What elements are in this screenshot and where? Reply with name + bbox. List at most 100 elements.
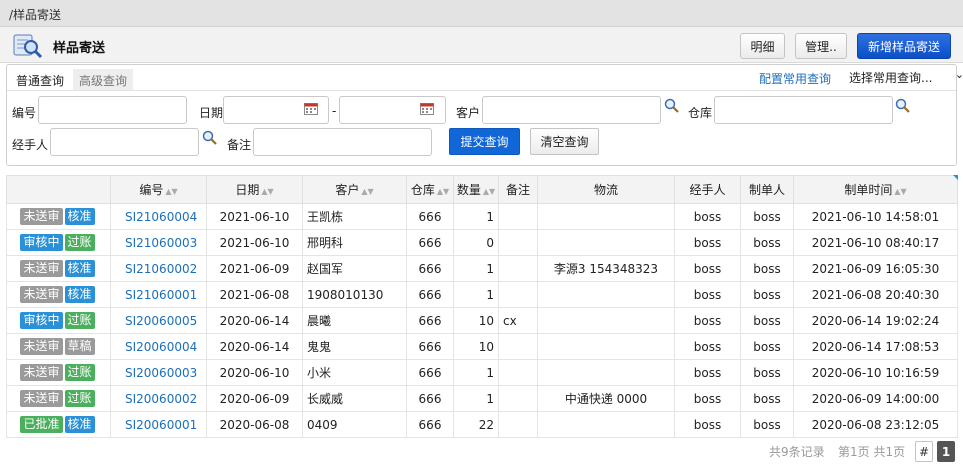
table-row[interactable]: 审核中 过账 SI20060005 2020-06-14 晨曦 666 10 cx boss bo…: [6, 307, 958, 334]
clear-query-button[interactable]: 清空查询: [530, 128, 599, 155]
current-page-button[interactable]: 1: [937, 441, 955, 462]
table-row[interactable]: 未送审 核准 SI21060002 2021-06-09 赵国军 666 1 李源3 1543…: [6, 255, 958, 282]
column-header-label: 日期: [235, 183, 260, 197]
code-input[interactable]: [38, 96, 187, 124]
customer-input[interactable]: [482, 96, 661, 124]
quantity-cell: 1: [453, 281, 499, 308]
warehouse-cell: 666: [406, 385, 454, 412]
sort-icon[interactable]: ▲▼: [361, 187, 373, 196]
page-jump-button[interactable]: #: [915, 441, 933, 462]
handler-label: 经手人: [12, 138, 49, 152]
search-icon[interactable]: [895, 98, 910, 113]
status-badge: 未送审: [20, 338, 63, 355]
record-code-link[interactable]: SI20060003: [110, 359, 207, 386]
common-query-select[interactable]: 选择常用查询... ⌄: [849, 66, 963, 88]
record-code-link[interactable]: SI21060004: [110, 203, 207, 230]
handler-cell: boss: [674, 385, 741, 412]
customer-cell: 赵国军: [302, 255, 407, 282]
date-cell: 2021-06-08: [206, 281, 303, 308]
handler-cell: boss: [674, 411, 741, 438]
calendar-icon[interactable]: [420, 103, 434, 115]
remark-cell: [498, 385, 538, 412]
quantity-cell: 1: [453, 385, 499, 412]
logistics-cell: 李源3 154348323: [537, 255, 675, 282]
search-icon[interactable]: [664, 98, 679, 113]
tab-advanced-query[interactable]: 高级查询: [73, 69, 134, 90]
warehouse-cell: 666: [406, 229, 454, 256]
column-header[interactable]: 数量 ▲▼: [453, 175, 499, 204]
table-row[interactable]: 未送审 核准 SI21060004 2021-06-10 王凯栋 666 1 boss boss…: [6, 203, 958, 230]
quantity-cell: 10: [453, 307, 499, 334]
column-header: 物流: [537, 175, 675, 204]
sample-shipping-app-icon: [13, 34, 43, 59]
customer-cell: 0409: [302, 411, 407, 438]
status-cell: 未送审 核准: [6, 255, 111, 282]
creator-cell: boss: [740, 385, 794, 412]
date-cell: 2020-06-10: [206, 359, 303, 386]
column-header[interactable]: 客户 ▲▼: [302, 175, 407, 204]
creator-cell: boss: [740, 359, 794, 386]
creator-cell: boss: [740, 203, 794, 230]
record-code-link[interactable]: SI20060004: [110, 333, 207, 360]
column-header[interactable]: 仓库 ▲▼: [406, 175, 454, 204]
submit-query-button[interactable]: 提交查询: [449, 128, 520, 155]
page-title: 样品寄送: [53, 41, 106, 56]
column-header[interactable]: 日期 ▲▼: [206, 175, 303, 204]
table-row[interactable]: 未送审 过账 SI20060002 2020-06-09 长威威 666 1 中通快递 000…: [6, 385, 958, 412]
status-badge: 审核中: [20, 234, 63, 251]
status-badge: 过账: [64, 234, 95, 251]
table-row[interactable]: 未送审 草稿 SI20060004 2020-06-14 鬼鬼 666 10 boss boss…: [6, 333, 958, 360]
column-header[interactable]: 制单时间 ▲▼: [793, 175, 958, 204]
record-code-link[interactable]: SI20060002: [110, 385, 207, 412]
warehouse-input[interactable]: [714, 96, 893, 124]
sort-icon[interactable]: ▲▼: [894, 187, 906, 196]
sort-icon[interactable]: ▲▼: [483, 187, 495, 196]
status-badge: 核准: [64, 208, 95, 225]
creator-cell: boss: [740, 229, 794, 256]
tab-normal-query[interactable]: 普通查询: [10, 69, 71, 90]
quantity-cell: 1: [453, 359, 499, 386]
record-code-link[interactable]: SI21060001: [110, 281, 207, 308]
remark-input[interactable]: [253, 128, 432, 156]
creator-cell: boss: [740, 281, 794, 308]
calendar-icon[interactable]: [304, 103, 318, 115]
sort-icon[interactable]: ▲▼: [437, 187, 449, 196]
add-sample-shipping-button[interactable]: 新增样品寄送: [857, 33, 951, 59]
column-header-label: 编号: [139, 183, 164, 197]
record-code-link[interactable]: SI21060003: [110, 229, 207, 256]
remark-cell: [498, 229, 538, 256]
remark-cell: [498, 359, 538, 386]
record-code-link[interactable]: SI21060002: [110, 255, 207, 282]
logistics-cell: 中通快递 0000: [537, 385, 675, 412]
configure-common-query-link[interactable]: 配置常用查询: [759, 70, 831, 87]
column-settings-corner[interactable]: [953, 175, 958, 180]
column-header: 备注: [498, 175, 538, 204]
status-cell: 未送审 核准: [6, 281, 111, 308]
sort-icon[interactable]: ▲▼: [165, 187, 177, 196]
detail-button[interactable]: 明细: [740, 33, 785, 59]
status-cell: 未送审 过账: [6, 385, 111, 412]
table-row[interactable]: 未送审 过账 SI20060003 2020-06-10 小米 666 1 boss boss 2…: [6, 359, 958, 386]
status-badge: 草稿: [64, 338, 95, 355]
handler-cell: boss: [674, 333, 741, 360]
remark-cell: cx: [498, 307, 538, 334]
handler-input[interactable]: [50, 128, 199, 156]
warehouse-label: 仓库: [688, 106, 713, 120]
created-time-cell: 2020-06-09 14:00:00: [793, 385, 958, 412]
remark-cell: [498, 203, 538, 230]
sort-icon[interactable]: ▲▼: [261, 187, 273, 196]
table-row[interactable]: 未送审 核准 SI21060001 2021-06-08 1908010130 666 1 b…: [6, 281, 958, 308]
column-header[interactable]: 编号 ▲▼: [110, 175, 207, 204]
record-code-link[interactable]: SI20060001: [110, 411, 207, 438]
column-header-label: 物流: [593, 183, 618, 197]
quantity-cell: 1: [453, 255, 499, 282]
table-row[interactable]: 已批准 核准 SI20060001 2020-06-08 0409 666 22 boss bo…: [6, 411, 958, 438]
table-row[interactable]: 审核中 过账 SI21060003 2021-06-10 邢明科 666 0 boss boss…: [6, 229, 958, 256]
status-badge: 审核中: [20, 312, 63, 329]
status-badge: 过账: [64, 312, 95, 329]
manage-button[interactable]: 管理..: [795, 33, 847, 59]
quantity-cell: 1: [453, 203, 499, 230]
record-code-link[interactable]: SI20060005: [110, 307, 207, 334]
search-icon[interactable]: [202, 130, 217, 145]
logistics-cell: [537, 359, 675, 386]
